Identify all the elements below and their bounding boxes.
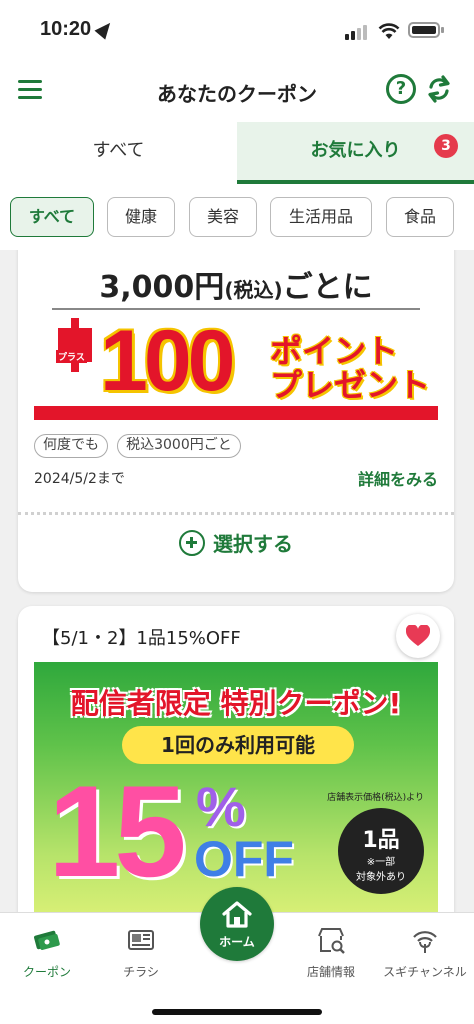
coupon-list[interactable]: 3,000円(税込)ごとに プラス 100 ポイント プレゼント 何度でも 税込… — [0, 250, 474, 912]
banner-condition: 3,000円(税込)ごとに — [99, 270, 373, 305]
wifi-icon — [378, 23, 400, 39]
location-arrow-icon — [94, 18, 116, 40]
coupon-banner-image[interactable]: 3,000円(税込)ごとに プラス 100 ポイント プレゼント — [34, 250, 438, 420]
coupon-banner-image[interactable]: 配信者限定 特別クーポン! 1回のみ利用可能 15 % OFF 店舗表示価格(税… — [34, 662, 438, 912]
store-search-icon — [318, 928, 345, 954]
tab-all[interactable]: すべて — [0, 122, 237, 184]
nav-sugi-channel[interactable]: スギチャンネル — [380, 913, 470, 980]
select-coupon-button[interactable]: 選択する — [18, 528, 454, 557]
plus-tag: プラス — [56, 318, 92, 372]
battery-icon — [408, 22, 444, 38]
coupon-tags: 何度でも 税込3000円ごと — [34, 434, 245, 458]
status-time: 10:20 — [40, 18, 92, 40]
nav-coupon[interactable]: クーポン — [2, 913, 92, 980]
banner-points-text: ポイント プレゼント — [270, 332, 431, 404]
coupon-ticket-icon — [34, 930, 60, 950]
bottom-navigation: クーポン チラシ ホーム 店舗情報 スギチャンネル — [0, 887, 474, 1024]
status-bar: 10:20 — [0, 0, 474, 62]
nav-store-info[interactable]: 店舗情報 — [286, 913, 376, 980]
banner-off-text: OFF — [194, 831, 294, 887]
plus-circle-icon — [179, 530, 205, 556]
banner-one-item-badge: 1品 ※一部 対象外あり — [338, 808, 424, 894]
filter-chip-health[interactable]: 健康 — [107, 197, 175, 237]
nav-flyer[interactable]: チラシ — [96, 913, 186, 980]
heart-icon — [406, 625, 430, 646]
favorite-button[interactable] — [396, 614, 440, 658]
filter-chip-daily-goods[interactable]: 生活用品 — [270, 197, 372, 237]
banner-price-note: 店舗表示価格(税込)より — [327, 793, 424, 803]
coupon-tabs: すべて お気に入り — [0, 122, 474, 184]
home-indicator — [152, 1009, 322, 1015]
coupon-title: 【5/1・2】1品15%OFF — [42, 628, 241, 649]
coupon-tag: 何度でも — [34, 434, 108, 458]
banner-points-number: 100 — [100, 313, 235, 409]
banner-headline: 配信者限定 特別クーポン! — [70, 687, 402, 720]
home-icon — [222, 901, 252, 928]
filter-chip-food[interactable]: 食品 — [386, 197, 454, 237]
channel-wifi-icon — [413, 931, 437, 953]
nav-home-button[interactable]: ホーム — [200, 887, 274, 961]
details-link[interactable]: 詳細をみる — [358, 466, 438, 490]
flyer-icon — [128, 930, 154, 950]
coupon-card[interactable]: 3,000円(税込)ごとに プラス 100 ポイント プレゼント 何度でも 税込… — [18, 250, 454, 592]
help-icon[interactable]: ? — [386, 74, 416, 104]
favorites-count-badge: 3 — [434, 134, 458, 158]
category-filters: すべて 健康 美容 生活用品 食品 — [0, 184, 474, 250]
expiry-date: 2024/5/2まで — [34, 471, 125, 487]
filter-chip-beauty[interactable]: 美容 — [189, 197, 257, 237]
app-header: あなたのクーポン ? — [0, 62, 474, 122]
coupon-card[interactable]: 【5/1・2】1品15%OFF 配信者限定 特別クーポン! 1回のみ利用可能 1… — [18, 606, 454, 912]
coupon-tag: 税込3000円ごと — [117, 434, 241, 458]
filter-chip-all[interactable]: すべて — [10, 197, 94, 237]
banner-discount-number: 15 — [48, 758, 187, 904]
refresh-icon[interactable] — [424, 74, 454, 104]
